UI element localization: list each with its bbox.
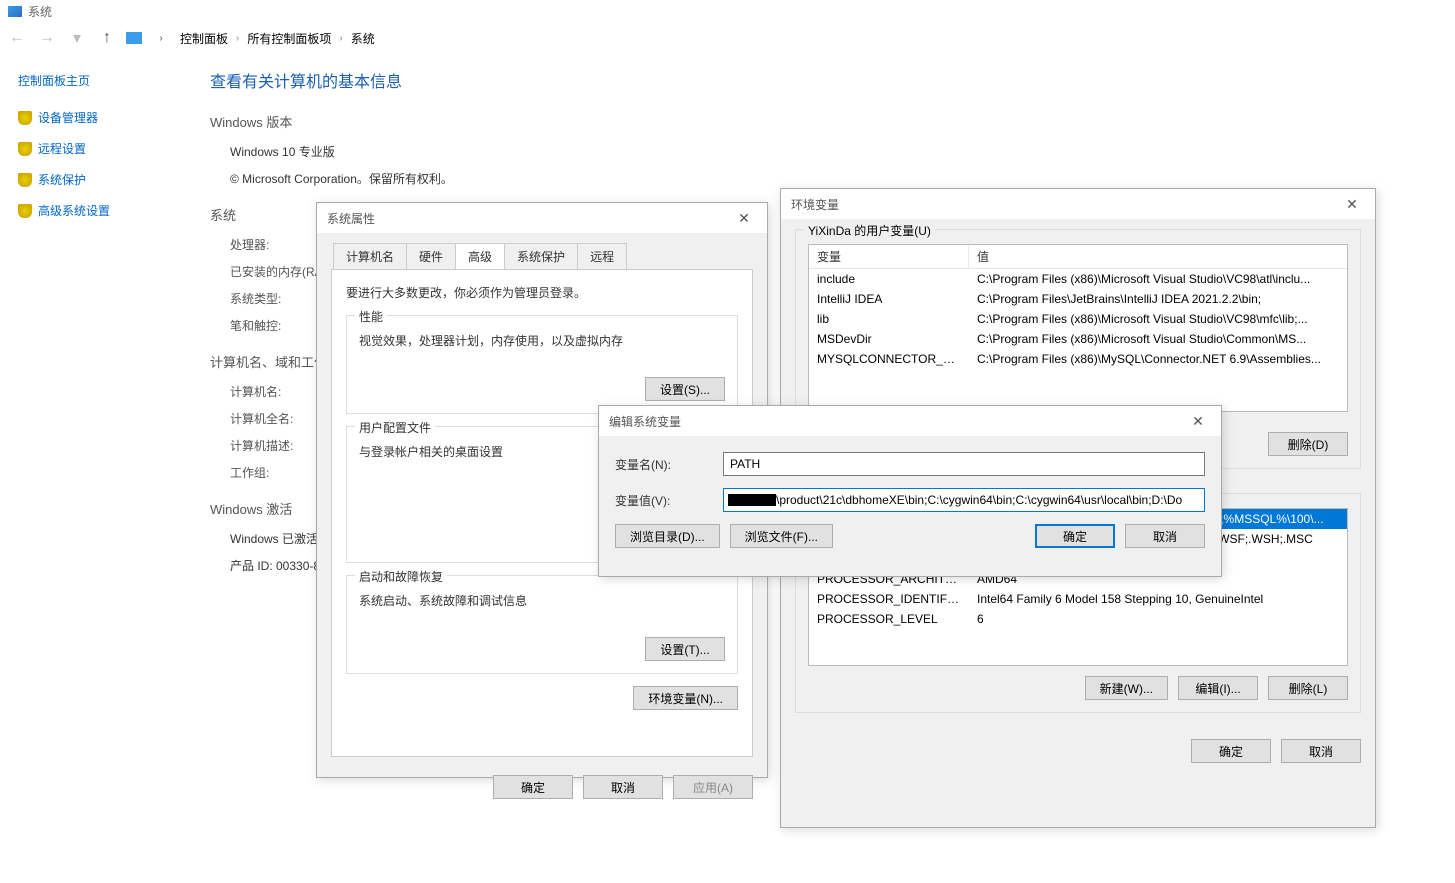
sidebar-home-link[interactable]: 控制面板主页 — [18, 72, 180, 89]
startup-desc: 系统启动、系统故障和调试信息 — [359, 592, 725, 609]
apply-button[interactable]: 应用(A) — [673, 775, 753, 799]
breadcrumb: 控制面板 › 所有控制面板项 › 系统 — [180, 30, 375, 47]
close-button[interactable]: ✕ — [1185, 413, 1211, 430]
close-button[interactable]: ✕ — [1339, 196, 1365, 213]
var-name-label: 变量名(N): — [615, 456, 715, 473]
val-segment: \product\21c\dbhomeXE\bin; — [776, 493, 927, 507]
label-processor: 处理器: — [230, 236, 330, 253]
label-full-name: 计算机全名: — [230, 410, 330, 427]
dropdown-history[interactable]: ▾ — [66, 27, 88, 49]
shield-icon — [18, 142, 32, 156]
var-value-label: 变量值(V): — [615, 492, 715, 509]
sidebar-item-remote[interactable]: 远程设置 — [18, 140, 180, 157]
table-row[interactable]: includeC:\Program Files (x86)\Microsoft … — [809, 269, 1347, 289]
forward-button[interactable]: → — [36, 27, 58, 49]
dialog-edit-sysvar: 编辑系统变量 ✕ 变量名(N): 变量值(V): \product\21c\db… — [598, 405, 1222, 577]
windows-version: Windows 10 专业版 — [230, 143, 335, 160]
bc-system[interactable]: 系统 — [351, 30, 375, 47]
tab-computer-name[interactable]: 计算机名 — [333, 243, 407, 270]
tab-hardware[interactable]: 硬件 — [406, 243, 456, 270]
table-row[interactable]: libC:\Program Files (x86)\Microsoft Visu… — [809, 309, 1347, 329]
col-variable[interactable]: 变量 — [809, 245, 969, 268]
bc-control-panel[interactable]: 控制面板 — [180, 30, 228, 47]
copyright: © Microsoft Corporation。保留所有权利。 — [230, 170, 453, 187]
dialog-title: 编辑系统变量 — [609, 413, 681, 430]
delete-user-button[interactable]: 删除(D) — [1268, 432, 1348, 456]
table-row[interactable]: MYSQLCONNECTOR_ASS...C:\Program Files (x… — [809, 349, 1347, 369]
val-selected: C:\cygwin64\bin;C:\cygwin64\usr\local\bi… — [927, 493, 1151, 507]
user-vars-table[interactable]: 变量 值 includeC:\Program Files (x86)\Micro… — [808, 244, 1348, 412]
group-performance: 性能 — [355, 308, 387, 325]
ok-button[interactable]: 确定 — [1191, 739, 1271, 763]
product-id: 产品 ID: 00330-8 — [230, 557, 320, 574]
ok-button[interactable]: 确定 — [1035, 524, 1115, 548]
group-profile: 用户配置文件 — [355, 419, 435, 436]
admin-note: 要进行大多数更改，你必须作为管理员登录。 — [346, 284, 738, 301]
pc-icon — [126, 32, 142, 44]
sidebar-item-label: 高级系统设置 — [38, 202, 110, 219]
label-workgroup: 工作组: — [230, 464, 330, 481]
sidebar-item-label: 设备管理器 — [38, 109, 98, 126]
sidebar-item-label: 远程设置 — [38, 140, 86, 157]
page-title: 查看有关计算机的基本信息 — [210, 68, 453, 92]
bc-chevron-icon[interactable]: › — [150, 27, 172, 49]
edit-sys-button[interactable]: 编辑(I)... — [1178, 676, 1258, 700]
new-sys-button[interactable]: 新建(W)... — [1085, 676, 1168, 700]
up-button[interactable]: ↑ — [96, 27, 118, 49]
label-pen-touch: 笔和触控: — [230, 317, 330, 334]
table-row[interactable]: PROCESSOR_IDENTIFIERIntel64 Family 6 Mod… — [809, 589, 1347, 609]
label-description: 计算机描述: — [230, 437, 330, 454]
close-button[interactable]: ✕ — [731, 210, 757, 227]
dialog-title: 环境变量 — [791, 196, 839, 213]
shield-icon — [18, 173, 32, 187]
browse-file-button[interactable]: 浏览文件(F)... — [730, 524, 833, 548]
cancel-button[interactable]: 取消 — [1125, 524, 1205, 548]
col-value[interactable]: 值 — [969, 245, 1347, 268]
sidebar-item-protection[interactable]: 系统保护 — [18, 171, 180, 188]
table-row[interactable]: PROCESSOR_LEVEL6 — [809, 609, 1347, 629]
val-segment: D:\Do — [1152, 493, 1183, 507]
label-computer-name: 计算机名: — [230, 383, 330, 400]
table-row[interactable]: IntelliJ IDEAC:\Program Files\JetBrains\… — [809, 289, 1347, 309]
var-name-input[interactable] — [723, 452, 1205, 476]
system-icon — [8, 6, 22, 17]
shield-icon — [18, 204, 32, 218]
var-value-input[interactable]: \product\21c\dbhomeXE\bin;C:\cygwin64\bi… — [723, 488, 1205, 512]
table-row[interactable]: MSDevDirC:\Program Files (x86)\Microsoft… — [809, 329, 1347, 349]
env-vars-button[interactable]: 环境变量(N)... — [633, 686, 738, 710]
user-vars-group: YiXinDa 的用户变量(U) — [804, 222, 935, 239]
back-button[interactable]: ← — [6, 27, 28, 49]
sidebar-item-device-manager[interactable]: 设备管理器 — [18, 109, 180, 126]
label-system-type: 系统类型: — [230, 290, 330, 307]
sidebar-item-advanced[interactable]: 高级系统设置 — [18, 202, 180, 219]
delete-sys-button[interactable]: 删除(L) — [1268, 676, 1348, 700]
group-startup: 启动和故障恢复 — [355, 568, 447, 585]
tab-remote[interactable]: 远程 — [577, 243, 627, 270]
chevron-right-icon: › — [236, 33, 239, 44]
tab-protection[interactable]: 系统保护 — [504, 243, 578, 270]
activation-status: Windows 已激活 — [230, 530, 318, 547]
sidebar-item-label: 系统保护 — [38, 171, 86, 188]
shield-icon — [18, 111, 32, 125]
perf-desc: 视觉效果，处理器计划，内存使用，以及虚拟内存 — [359, 332, 725, 349]
window-title: 系统 — [28, 3, 52, 20]
bc-all-items[interactable]: 所有控制面板项 — [247, 30, 331, 47]
ok-button[interactable]: 确定 — [493, 775, 573, 799]
startup-settings-button[interactable]: 设置(T)... — [645, 637, 725, 661]
tab-advanced[interactable]: 高级 — [455, 243, 505, 270]
dialog-title: 系统属性 — [327, 210, 375, 227]
perf-settings-button[interactable]: 设置(S)... — [645, 377, 725, 401]
chevron-right-icon: › — [339, 33, 342, 44]
cancel-button[interactable]: 取消 — [1281, 739, 1361, 763]
browse-dir-button[interactable]: 浏览目录(D)... — [615, 524, 720, 548]
redacted-icon — [728, 494, 776, 506]
section-windows-version: Windows 版本 — [210, 112, 453, 131]
cancel-button[interactable]: 取消 — [583, 775, 663, 799]
